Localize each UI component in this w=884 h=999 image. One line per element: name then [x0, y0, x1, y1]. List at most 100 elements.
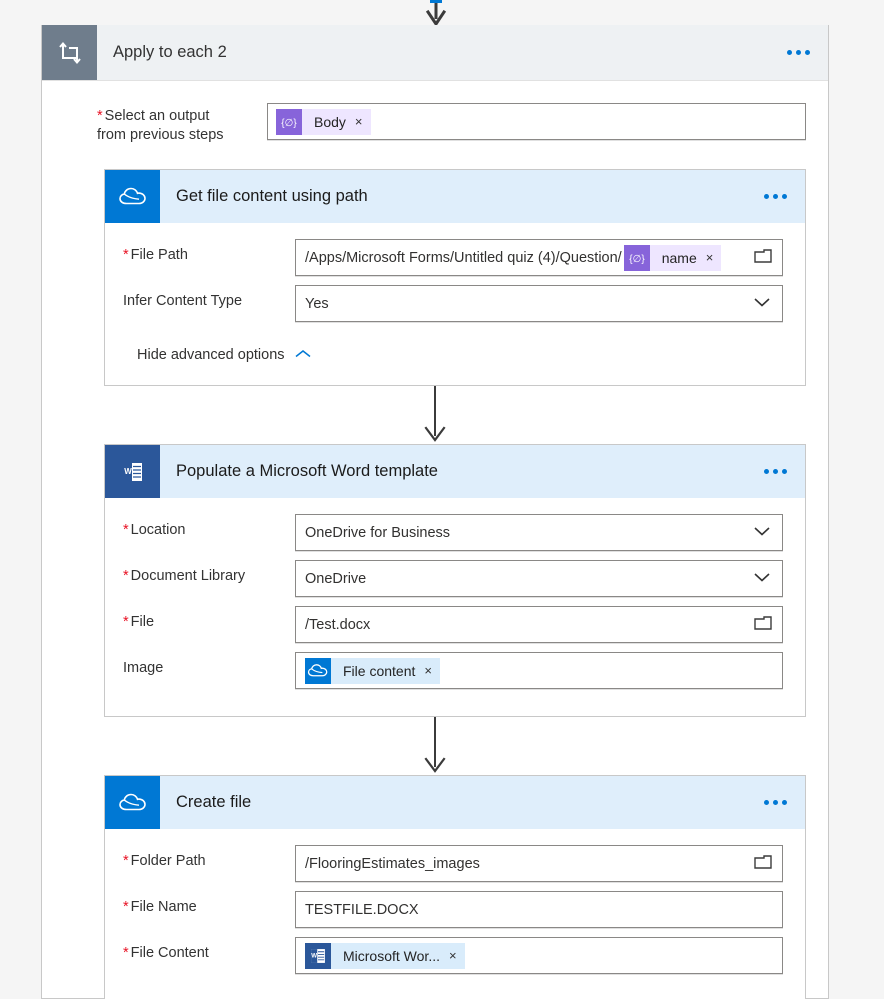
chevron-down-icon — [752, 525, 772, 541]
ellipsis-dot — [772, 800, 778, 805]
folder-path-label: * Folder Path — [123, 845, 295, 869]
ellipsis-dot — [763, 800, 769, 805]
action-body: * File Path /Apps/Microsoft Forms/Untitle… — [105, 223, 805, 385]
action-body: *Folder Path /FlooringEstimates_images — [105, 829, 805, 999]
ellipsis-dot — [772, 469, 778, 474]
document-library-row: * Document Library OneDrive — [123, 560, 783, 597]
folder-picker-icon[interactable] — [752, 247, 774, 269]
action-header[interactable]: Create file — [105, 776, 805, 829]
select-output-label-line2: from previous steps — [97, 127, 224, 143]
document-library-dropdown[interactable]: OneDrive — [295, 560, 783, 597]
select-output-label: * Select an output from previous steps — [97, 103, 267, 145]
file-content-row: * File Content W Microsoft Wor... × — [123, 937, 783, 974]
token-remove-icon[interactable]: × — [355, 115, 363, 128]
token-label: File content — [343, 662, 416, 679]
token-label: Body — [314, 113, 346, 130]
action-menu-button[interactable] — [745, 445, 805, 498]
connector-arrow — [42, 386, 828, 444]
required-asterisk: * — [123, 568, 129, 584]
required-asterisk: * — [123, 853, 129, 869]
file-name-row: * File Name TESTFILE.DOCX — [123, 891, 783, 928]
required-asterisk: * — [97, 108, 103, 124]
ellipsis-dot — [772, 194, 778, 199]
image-label: Image — [123, 660, 164, 676]
file-content-input[interactable]: W Microsoft Wor... × — [295, 937, 783, 974]
ellipsis-dot — [763, 469, 769, 474]
label-text: Folder Path — [130, 853, 206, 869]
action-title: Populate a Microsoft Word template — [176, 462, 438, 480]
apply-to-each-header[interactable]: Apply to each 2 — [42, 25, 828, 81]
select-output-input[interactable]: {∅} Body × — [267, 103, 806, 140]
file-input[interactable]: /Test.docx — [295, 606, 783, 643]
action-title: Create file — [176, 793, 252, 811]
apply-to-each-body: * Select an output from previous steps {∅… — [42, 81, 828, 999]
chevron-down-icon — [752, 296, 772, 312]
token-microsoft-word[interactable]: W Microsoft Wor... × — [305, 942, 465, 969]
token-body[interactable]: {∅} Body × — [276, 108, 371, 135]
select-output-label-line1: Select an output — [104, 108, 210, 124]
file-name-label: * File Name — [123, 891, 295, 915]
expression-icon: {∅} — [276, 108, 302, 135]
token-remove-icon[interactable]: × — [449, 949, 457, 962]
onedrive-icon — [105, 170, 160, 223]
apply-to-each-title: Apply to each 2 — [113, 43, 227, 61]
file-name-input[interactable]: TESTFILE.DOCX — [295, 891, 783, 928]
action-menu-button[interactable] — [745, 776, 805, 829]
ellipsis-dot — [781, 800, 787, 805]
word-icon: W — [305, 942, 331, 969]
hide-advanced-options-label: Hide advanced options — [137, 347, 285, 363]
action-header[interactable]: W Populate a Microsoft Word template — [105, 445, 805, 498]
infer-content-type-dropdown[interactable]: Yes — [295, 285, 783, 322]
required-asterisk: * — [123, 247, 129, 263]
required-asterisk: * — [123, 614, 129, 630]
location-value: OneDrive for Business — [305, 524, 451, 541]
token-remove-icon[interactable]: × — [424, 664, 432, 677]
onedrive-icon — [105, 776, 160, 829]
label-text: File — [130, 614, 155, 630]
hide-advanced-options-button[interactable]: Hide advanced options — [123, 331, 783, 367]
ellipsis-dot — [763, 194, 769, 199]
action-body: * Location OneDrive for Business * Docum… — [105, 498, 805, 716]
folder-path-row: * Folder Path /FlooringEstimates_images — [123, 845, 783, 882]
file-content-label: * File Content — [123, 937, 295, 961]
populate-a-microsoft-word-template-card: W Populate a Microsoft Word template * L… — [104, 444, 806, 717]
connector-arrow — [42, 717, 828, 775]
label-text: File Name — [130, 899, 197, 915]
apply-to-each-card: Apply to each 2 * Select an output from p… — [41, 25, 829, 999]
ellipsis-dot — [795, 50, 801, 55]
file-row: * File /Test.docx — [123, 606, 783, 643]
required-asterisk: * — [123, 945, 129, 961]
file-path-input[interactable]: /Apps/Microsoft Forms/Untitled quiz (4)/… — [295, 239, 783, 276]
folder-path-input[interactable]: /FlooringEstimates_images — [295, 845, 783, 882]
apply-to-each-menu-button[interactable] — [768, 25, 828, 80]
connector-arrow-top — [418, 0, 454, 27]
folder-picker-icon[interactable] — [752, 853, 774, 875]
infer-content-type-value: Yes — [305, 295, 329, 312]
location-label: * Location — [123, 514, 295, 538]
action-header[interactable]: Get file content using path — [105, 170, 805, 223]
image-row: Image File content × — [123, 652, 783, 689]
image-input[interactable]: File content × — [295, 652, 783, 689]
folder-picker-icon[interactable] — [752, 614, 774, 636]
document-library-value: OneDrive — [305, 570, 367, 587]
token-label: Microsoft Wor... — [343, 947, 440, 964]
ellipsis-dot — [781, 469, 787, 474]
onedrive-icon — [305, 657, 331, 684]
select-output-row: * Select an output from previous steps {∅… — [42, 81, 828, 145]
label-text: Location — [130, 522, 186, 538]
action-menu-button[interactable] — [745, 170, 805, 223]
file-path-value: /Apps/Microsoft Forms/Untitled quiz (4)/… — [305, 249, 622, 266]
flow-designer-canvas: Apply to each 2 * Select an output from p… — [0, 0, 884, 999]
file-value: /Test.docx — [305, 616, 371, 633]
label-text: File Path — [130, 247, 188, 263]
label-text: File Content — [130, 945, 209, 961]
token-file-content[interactable]: File content × — [305, 657, 440, 684]
token-name[interactable]: {∅} name × — [623, 244, 722, 271]
ellipsis-dot — [781, 194, 787, 199]
folder-path-value: /FlooringEstimates_images — [305, 855, 480, 872]
token-remove-icon[interactable]: × — [706, 251, 714, 264]
token-label: name — [661, 249, 697, 266]
location-dropdown[interactable]: OneDrive for Business — [295, 514, 783, 551]
required-asterisk: * — [123, 899, 129, 915]
file-name-value: TESTFILE.DOCX — [305, 901, 419, 918]
